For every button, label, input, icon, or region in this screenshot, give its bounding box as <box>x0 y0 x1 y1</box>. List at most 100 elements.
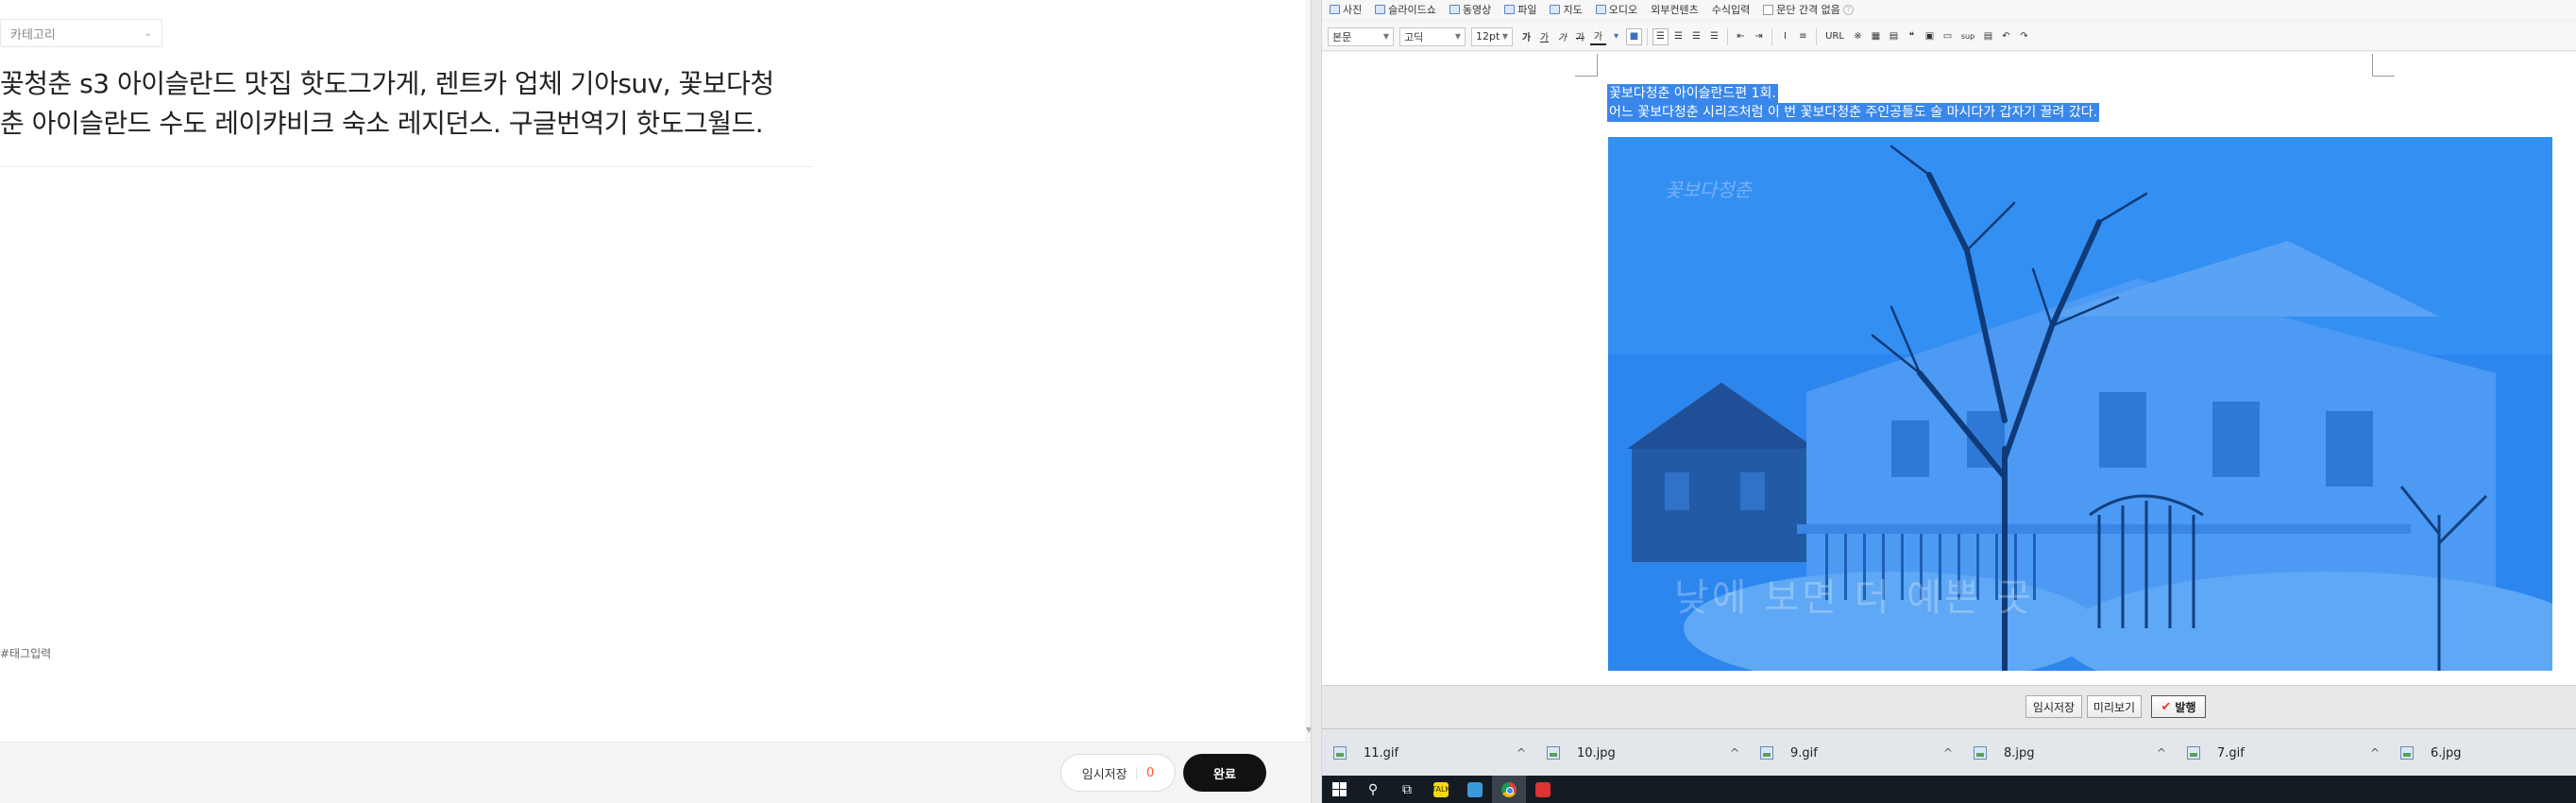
done-button[interactable]: 완료 <box>1183 754 1266 792</box>
chevron-down-icon: ▼ <box>1382 32 1389 41</box>
image-file-icon <box>2400 746 2414 760</box>
format-toolbar: 본문 ▼ 고딕 ▼ 12pt ▼ 가 가 가 가 가 ▾ ■ ☰ ☰ ☰ ☰ ⇤… <box>1322 23 2576 51</box>
paragraph-spacing-toggle[interactable]: 문단 간격 없음 ? <box>1763 2 1854 17</box>
task-view-button[interactable]: ⧉ <box>1390 776 1424 803</box>
link-button[interactable]: URL <box>1822 28 1848 45</box>
photo-logo: 꽃보다청춘 <box>1665 179 1752 201</box>
slideshow-icon <box>1375 5 1386 14</box>
superscript-button[interactable]: sup <box>1957 28 1978 45</box>
draft-save-label: 임시저장 <box>1081 767 1127 782</box>
download-item[interactable]: 8.jpg ^ <box>1962 729 2176 777</box>
list-button[interactable]: ≡ <box>1795 28 1811 45</box>
insert-photo-button[interactable]: 사진 <box>1330 2 1362 17</box>
taskbar-kakaotalk[interactable]: TALK <box>1424 776 1458 803</box>
insert-video-button[interactable]: 동영상 <box>1449 2 1491 17</box>
chevron-up-icon[interactable]: ^ <box>1730 746 1739 760</box>
italic-button[interactable]: 가 <box>1554 28 1570 45</box>
pane-divider[interactable] <box>1311 0 1322 803</box>
insert-map-button[interactable]: 지도 <box>1550 2 1583 17</box>
font-size-value: 12pt <box>1476 30 1500 43</box>
windows-taskbar: ⚲ ⧉ TALK <box>1322 776 2576 803</box>
bg-color-button[interactable]: ■ <box>1626 27 1642 45</box>
divider-button[interactable]: ▣ <box>1922 28 1938 45</box>
video-icon <box>1449 5 1460 14</box>
insert-toolbar: 사진 슬라이드쇼 동영상 파일 지도 오디오 외부컨텐츠 수식입력 문단 간격 … <box>1322 0 2576 19</box>
font-color-button[interactable]: 가 <box>1590 28 1606 45</box>
chevron-down-icon: ▼ <box>1454 32 1461 41</box>
spellcheck-button[interactable]: ▤ <box>1980 28 1996 45</box>
selected-text-line-1[interactable]: 꽃보다청춘 아이슬란드편 1회. <box>1607 84 1778 103</box>
text-box-button[interactable]: ▤ <box>1886 28 1902 45</box>
photo-icon <box>1330 5 1340 14</box>
preview-button[interactable]: 미리보기 <box>2087 695 2142 718</box>
checkbox-icon[interactable] <box>1763 4 1774 15</box>
insert-slideshow-button[interactable]: 슬라이드쇼 <box>1375 2 1436 17</box>
font-size-select[interactable]: 12pt ▼ <box>1471 26 1513 46</box>
underline-button[interactable]: 가 <box>1536 28 1552 45</box>
audio-icon <box>1595 5 1606 14</box>
highlight-color-button[interactable]: ▾ <box>1608 28 1624 45</box>
download-item[interactable]: 7.gif ^ <box>2176 729 2389 777</box>
download-item[interactable]: 10.jpg ^ <box>1535 729 1749 777</box>
insert-external-content-button[interactable]: 외부컨텐츠 <box>1651 2 1699 17</box>
indent-button[interactable]: ⇥ <box>1751 28 1767 45</box>
search-button[interactable]: ⚲ <box>1356 776 1390 803</box>
page-break-button[interactable]: ▭ <box>1940 28 1956 45</box>
tag-input[interactable]: #태그입력 <box>0 645 51 661</box>
chevron-down-icon: ▼ <box>1501 32 1508 41</box>
redo-button[interactable]: ↷ <box>2016 28 2032 45</box>
download-shelf: 11.gif ^ 10.jpg ^ 9.gif ^ 8.jpg ^ 7.gif <box>1322 728 2576 776</box>
post-title-input[interactable]: 꽃청춘 s3 아이슬란드 맛집 핫도그가게, 렌트카 업체 기아suv, 꽃보다… <box>0 64 812 144</box>
document-body[interactable]: 꽃보다청춘 아이슬란드편 1회. 어느 꽃보다청춘 시리즈처럼 이 번 꽃보다청… <box>1322 52 2576 685</box>
insert-video-label: 동영상 <box>1462 4 1492 16</box>
left-editor-pane: 카테고리 ⌄ 꽃청춘 s3 아이슬란드 맛집 핫도그가게, 렌트카 업체 기아s… <box>0 0 1312 803</box>
taskbar-chrome[interactable] <box>1492 776 1526 803</box>
chevron-up-icon[interactable]: ^ <box>2157 746 2166 760</box>
chevron-up-icon[interactable]: ^ <box>1517 746 1526 760</box>
paragraph-style-select[interactable]: 본문 ▼ <box>1328 26 1394 46</box>
download-filename: 11.gif <box>1364 745 1399 760</box>
paragraph-style-value: 본문 <box>1332 30 1352 43</box>
download-item[interactable]: 9.gif ^ <box>1749 729 1962 777</box>
toolbar-separator <box>1771 27 1772 45</box>
quote-button[interactable]: ❝ <box>1904 28 1920 45</box>
insert-audio-button[interactable]: 오디오 <box>1595 2 1638 17</box>
align-justify-button[interactable]: ☰ <box>1706 28 1722 45</box>
insert-audio-label: 오디오 <box>1608 4 1638 16</box>
selected-photo[interactable]: 꽃보다청춘 낮에 보면 더 예쁜 곳 <box>1608 137 2552 671</box>
help-icon[interactable]: ? <box>1842 4 1854 15</box>
table-button[interactable]: ▦ <box>1868 28 1884 45</box>
start-button[interactable] <box>1322 776 1356 803</box>
category-select[interactable]: 카테고리 ⌄ <box>0 19 162 47</box>
insert-formula-button[interactable]: 수식입력 <box>1712 2 1750 17</box>
selected-text-line-2[interactable]: 어느 꽃보다청춘 시리즈처럼 이 번 꽃보다청춘 주인공들도 술 마시다가 갑자… <box>1607 103 2100 122</box>
screen: 카테고리 ⌄ 꽃청춘 s3 아이슬란드 맛집 핫도그가게, 렌트카 업체 기아s… <box>0 0 2576 803</box>
insert-external-label: 외부컨텐츠 <box>1651 4 1699 16</box>
chevron-up-icon[interactable]: ^ <box>2370 746 2380 760</box>
draft-save-button[interactable]: 임시저장 | 0 <box>1060 754 1176 792</box>
font-family-select[interactable]: 고딕 ▼ <box>1399 26 1466 46</box>
align-center-button[interactable]: ☰ <box>1670 28 1686 45</box>
chevron-up-icon[interactable]: ^ <box>1943 746 1953 760</box>
strikethrough-button[interactable]: 가 <box>1572 28 1588 45</box>
publish-label: 발행 <box>2175 700 2196 714</box>
task-view-icon: ⧉ <box>1402 781 1412 797</box>
outdent-button[interactable]: ⇤ <box>1733 28 1749 45</box>
special-char-button[interactable]: ※ <box>1850 28 1866 45</box>
insert-file-button[interactable]: 파일 <box>1504 2 1536 17</box>
align-left-button[interactable]: ☰ <box>1652 27 1669 45</box>
left-bottom-bar: 임시저장 | 0 완료 <box>0 742 1311 803</box>
download-item[interactable]: 11.gif ^ <box>1322 729 1535 777</box>
download-item[interactable]: 6.jpg <box>2389 729 2576 777</box>
taskbar-app-red[interactable] <box>1526 776 1560 803</box>
insert-photo-label: 사진 <box>1343 4 1363 16</box>
post-title-line-1: 꽃청춘 s3 아이슬란드 맛집 핫도그가게, 렌트카 업체 기아suv, 꽃보다… <box>0 68 774 99</box>
taskbar-app-blue[interactable] <box>1458 776 1492 803</box>
align-right-button[interactable]: ☰ <box>1688 28 1704 45</box>
undo-button[interactable]: ↶ <box>1998 28 2014 45</box>
bold-button[interactable]: 가 <box>1518 28 1534 45</box>
map-icon <box>1550 5 1561 14</box>
line-height-button[interactable]: I <box>1777 28 1793 45</box>
temp-save-button[interactable]: 임시저장 <box>2025 695 2082 718</box>
publish-button[interactable]: ✔ 발행 <box>2151 695 2206 718</box>
